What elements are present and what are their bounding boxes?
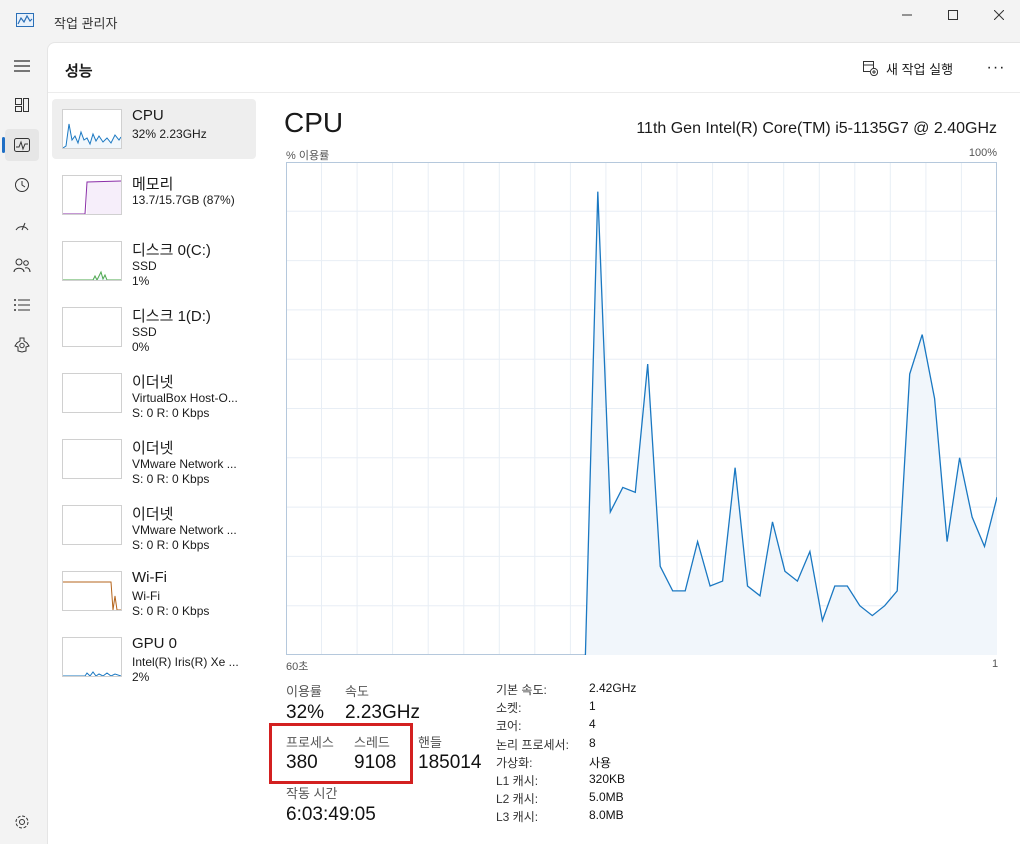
device-name: 이더넷 bbox=[132, 374, 174, 391]
device-name: GPU 0 bbox=[132, 635, 178, 652]
spec-key: L1 캐시: bbox=[496, 774, 539, 788]
maximize-button[interactable] bbox=[930, 0, 976, 30]
device-thumbnail bbox=[62, 175, 122, 215]
cpu-usage-graph bbox=[286, 162, 997, 655]
utilization-label: 이용률 bbox=[286, 684, 322, 699]
device-thumbnail bbox=[62, 439, 122, 479]
device-thumbnail bbox=[62, 241, 122, 281]
device-detail-2: S: 0 R: 0 Kbps bbox=[132, 406, 210, 420]
device-detail-1: Wi-Fi bbox=[132, 589, 160, 603]
details-icon[interactable] bbox=[5, 289, 39, 321]
handles-label: 핸들 bbox=[418, 735, 442, 750]
spec-key: 가상화: bbox=[496, 755, 533, 770]
settings-gear-icon[interactable] bbox=[5, 806, 39, 838]
spec-value: 2.42GHz bbox=[589, 681, 637, 695]
cpu-model: 11th Gen Intel(R) Core(TM) i5-1135G7 @ 2… bbox=[636, 120, 997, 137]
device-item-4[interactable]: 이더넷 VirtualBox Host-O... S: 0 R: 0 Kbps bbox=[52, 363, 256, 423]
spec-value: 8 bbox=[589, 735, 596, 750]
spec-value: 320KB bbox=[589, 772, 626, 786]
device-detail-2: 2% bbox=[132, 670, 150, 684]
device-name: 메모리 bbox=[132, 176, 174, 193]
uptime-value: 6:03:49:05 bbox=[286, 804, 376, 825]
window-title: 작업 관리자 bbox=[54, 16, 118, 31]
device-detail-1: 32% 2.23GHz bbox=[132, 127, 207, 141]
device-detail-1: SSD bbox=[132, 259, 157, 273]
header: 성능 새 작업 실행 ··· bbox=[48, 43, 1020, 93]
processes-icon[interactable] bbox=[5, 89, 39, 121]
graph-label-max: 100% bbox=[968, 147, 997, 159]
device-item-1[interactable]: 메모리 13.7/15.7GB (87%) bbox=[52, 165, 256, 225]
device-item-7[interactable]: Wi-Fi Wi-Fi S: 0 R: 0 Kbps bbox=[52, 561, 256, 621]
graph-time-left: 60초 bbox=[286, 661, 309, 673]
graph-label-utilization: % 이용률 bbox=[286, 150, 330, 162]
device-name: 디스크 0(C:) bbox=[132, 242, 211, 259]
device-item-6[interactable]: 이더넷 VMware Network ... S: 0 R: 0 Kbps bbox=[52, 495, 256, 555]
speed-label: 속도 bbox=[345, 684, 369, 699]
spec-value: 사용 bbox=[589, 755, 612, 770]
spec-value: 4 bbox=[589, 717, 596, 732]
device-item-5[interactable]: 이더넷 VMware Network ... S: 0 R: 0 Kbps bbox=[52, 429, 256, 489]
main-panel: 성능 새 작업 실행 ··· CPU 32% 2.23GHz 메모리 13.7/… bbox=[47, 42, 1020, 844]
graph-time-right: 1 bbox=[992, 658, 999, 670]
device-thumbnail bbox=[62, 373, 122, 413]
device-name: Wi-Fi bbox=[132, 569, 167, 586]
device-thumbnail bbox=[62, 571, 122, 611]
page-title: 성능 bbox=[65, 63, 93, 80]
device-thumbnail bbox=[62, 109, 122, 149]
spec-key: 논리 프로세서: bbox=[496, 737, 569, 752]
device-detail-1: Intel(R) Iris(R) Xe ... bbox=[132, 655, 239, 669]
device-thumbnail bbox=[62, 637, 122, 677]
device-detail-1: VMware Network ... bbox=[132, 523, 237, 537]
device-item-2[interactable]: 디스크 0(C:) SSD 1% bbox=[52, 231, 256, 291]
spec-value: 8.0MB bbox=[589, 808, 624, 823]
device-detail-1: SSD bbox=[132, 325, 157, 339]
detail-title: CPU bbox=[284, 107, 344, 138]
users-icon[interactable] bbox=[5, 249, 39, 281]
device-detail-2: S: 0 R: 0 Kbps bbox=[132, 604, 210, 618]
device-detail-2: S: 0 R: 0 Kbps bbox=[132, 472, 210, 486]
task-manager-icon bbox=[16, 12, 34, 28]
spec-key: 소켓: bbox=[496, 701, 522, 716]
highlight-annotation-box bbox=[269, 723, 413, 784]
device-detail-2: 1% bbox=[132, 274, 150, 288]
app-history-icon[interactable] bbox=[5, 169, 39, 201]
title-bar: 작업 관리자 bbox=[0, 0, 1020, 40]
device-name: CPU bbox=[132, 107, 164, 124]
services-icon[interactable] bbox=[5, 329, 39, 361]
handles-value: 185014 bbox=[418, 752, 482, 773]
utilization-value: 32% bbox=[286, 702, 325, 723]
spec-key: L2 캐시: bbox=[496, 792, 539, 807]
spec-key: 코어: bbox=[496, 719, 522, 734]
new-task-icon bbox=[863, 60, 878, 76]
hamburger-menu-icon[interactable] bbox=[5, 50, 39, 82]
cpu-usage-area bbox=[585, 191, 997, 655]
spec-key: L3 캐시: bbox=[496, 810, 539, 825]
run-new-task-button[interactable]: 새 작업 실행 bbox=[863, 57, 953, 79]
device-item-0[interactable]: CPU 32% 2.23GHz bbox=[52, 99, 256, 159]
close-button[interactable] bbox=[976, 0, 1020, 30]
minimize-button[interactable] bbox=[884, 0, 930, 30]
device-detail-1: VirtualBox Host-O... bbox=[132, 391, 238, 405]
device-detail-1: 13.7/15.7GB (87%) bbox=[132, 193, 235, 207]
run-new-task-label: 새 작업 실행 bbox=[886, 61, 954, 77]
device-detail-1: VMware Network ... bbox=[132, 457, 237, 471]
device-detail-2: S: 0 R: 0 Kbps bbox=[132, 538, 210, 552]
uptime-label: 작동 시간 bbox=[286, 786, 338, 801]
device-item-8[interactable]: GPU 0 Intel(R) Iris(R) Xe ... 2% bbox=[52, 627, 256, 687]
startup-apps-icon[interactable] bbox=[5, 209, 39, 241]
speed-value: 2.23GHz bbox=[345, 702, 420, 723]
device-item-3[interactable]: 디스크 1(D:) SSD 0% bbox=[52, 297, 256, 357]
performance-icon[interactable] bbox=[5, 129, 39, 161]
spec-value: 5.0MB bbox=[589, 790, 624, 805]
device-name: 이더넷 bbox=[132, 440, 174, 457]
device-detail-2: 0% bbox=[132, 340, 150, 354]
spec-key: 기본 속도: bbox=[496, 683, 547, 697]
device-thumbnail bbox=[62, 307, 122, 347]
device-thumbnail bbox=[62, 505, 122, 545]
device-name: 디스크 1(D:) bbox=[132, 308, 211, 325]
more-options-button[interactable]: ··· bbox=[983, 56, 1009, 80]
device-name: 이더넷 bbox=[132, 506, 174, 523]
spec-value: 1 bbox=[589, 699, 596, 714]
